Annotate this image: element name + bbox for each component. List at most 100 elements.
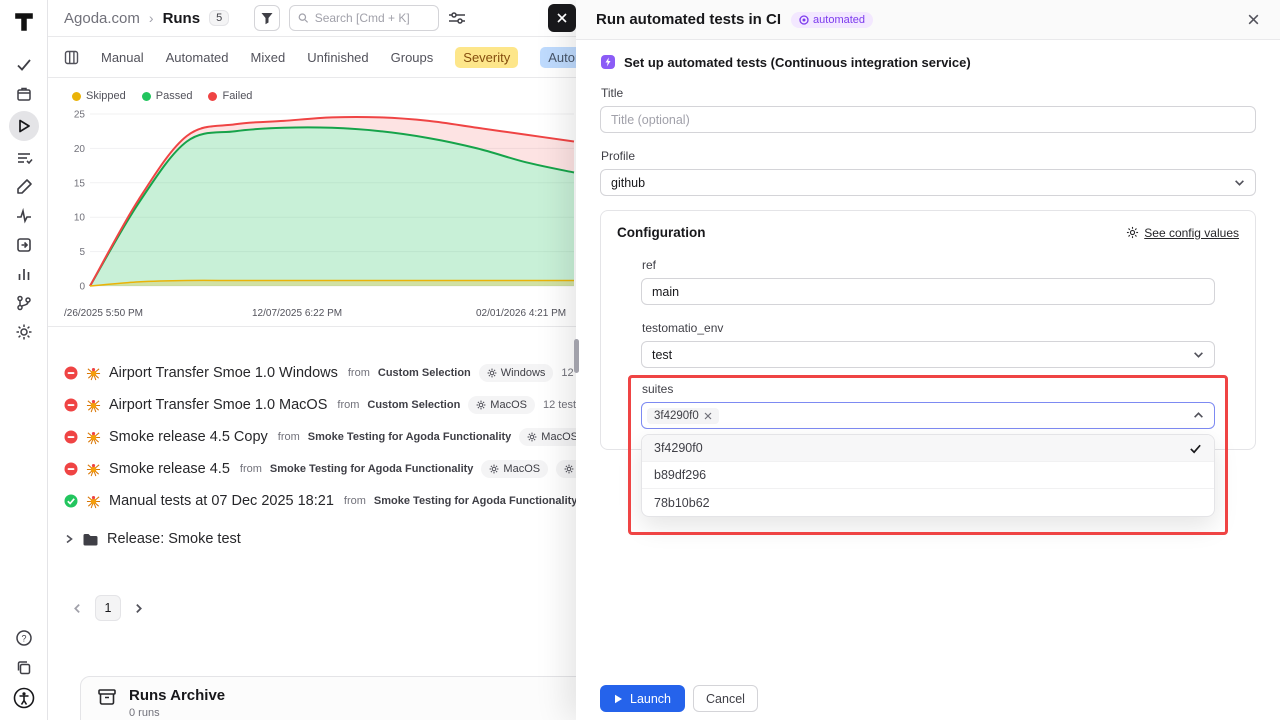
run-source: Smoke Testing for Agoda Functionality — [374, 495, 578, 507]
automated-run-icon — [86, 462, 101, 477]
suites-field-label: suites — [642, 382, 1215, 396]
app-logo-icon[interactable] — [10, 8, 38, 36]
tab-mixed[interactable]: Mixed — [251, 50, 286, 65]
help-icon[interactable]: ? — [9, 626, 39, 650]
suites-option[interactable]: 3f4290f0 — [642, 435, 1214, 462]
title-input[interactable] — [600, 106, 1256, 133]
tests-nav-icon[interactable] — [9, 53, 39, 77]
profile-select[interactable]: github — [600, 169, 1256, 196]
app-root: ? Agoda.com › Runs 5 ManualAutomatedMixe… — [0, 0, 1280, 720]
launch-button[interactable]: Launch — [600, 685, 685, 712]
runs-view-icon[interactable] — [64, 50, 79, 65]
tab-automated[interactable]: Automated — [166, 50, 229, 65]
automated-run-icon — [86, 494, 101, 509]
docs-icon[interactable] — [9, 656, 39, 680]
gear-icon — [564, 464, 574, 474]
run-title[interactable]: Airport Transfer Smoe 1.0 MacOS — [109, 397, 327, 413]
configuration-title: Configuration — [617, 225, 705, 240]
suites-option[interactable]: 78b10b62 — [642, 489, 1214, 516]
drawer-title: Run automated tests in CI — [596, 11, 781, 28]
breadcrumb-project[interactable]: Agoda.com — [64, 10, 140, 27]
run-source: Custom Selection — [378, 367, 471, 379]
ref-input[interactable] — [641, 278, 1215, 305]
failed-status-icon — [64, 398, 78, 412]
ci-service-icon — [600, 54, 616, 70]
automated-badge-icon — [799, 15, 809, 25]
search-input[interactable] — [315, 11, 431, 25]
gear-icon — [487, 368, 497, 378]
tab-manual[interactable]: Manual — [101, 50, 144, 65]
x-axis-label: 12/07/2025 6:22 PM — [252, 308, 342, 319]
legend-item: Passed — [142, 90, 193, 102]
breadcrumb-page: Runs — [163, 10, 201, 27]
svg-text:0: 0 — [79, 282, 85, 293]
svg-text:?: ? — [21, 633, 26, 643]
svg-text:15: 15 — [74, 178, 86, 189]
failed-status-icon — [64, 430, 78, 444]
close-icon — [556, 12, 568, 24]
passed-status-icon — [64, 494, 78, 508]
archive-subtitle: 0 runs — [129, 707, 225, 719]
close-icon — [1247, 13, 1260, 26]
suites-multiselect[interactable]: 3f4290f0 — [641, 402, 1215, 429]
run-from-label: from — [278, 431, 300, 443]
accessibility-icon[interactable] — [9, 686, 39, 710]
run-source: Custom Selection — [367, 399, 460, 411]
reports-nav-icon[interactable] — [9, 262, 39, 286]
configuration-card-header: Configuration See config values — [601, 211, 1255, 254]
svg-text:5: 5 — [79, 247, 85, 258]
chevron-up-icon — [1193, 410, 1204, 421]
chevron-down-icon — [1234, 177, 1245, 188]
check-icon — [1189, 442, 1202, 455]
prev-page-button[interactable] — [72, 603, 83, 614]
run-from-label: from — [337, 399, 359, 411]
analytics-nav-icon[interactable] — [9, 204, 39, 228]
branches-nav-icon[interactable] — [9, 291, 39, 315]
env-select[interactable]: test — [641, 341, 1215, 368]
gear-icon — [1126, 226, 1139, 239]
tab-groups[interactable]: Groups — [391, 50, 434, 65]
remove-chip-icon[interactable] — [704, 412, 712, 420]
drawer-body: Set up automated tests (Continuous integ… — [576, 40, 1280, 450]
legend-item: Failed — [208, 90, 252, 102]
current-page[interactable]: 1 — [95, 595, 121, 621]
env-select-value: test — [652, 348, 672, 362]
suites-nav-icon[interactable] — [9, 82, 39, 106]
archive-title: Runs Archive — [129, 687, 225, 704]
run-title[interactable]: Airport Transfer Smoe 1.0 Windows — [109, 365, 338, 381]
tab-severity[interactable]: Severity — [455, 47, 518, 68]
filter-button[interactable] — [254, 5, 280, 31]
search-icon — [298, 12, 309, 24]
failed-status-icon — [64, 462, 78, 476]
run-source: Smoke Testing for Agoda Functionality — [308, 431, 512, 443]
suites-option[interactable]: b89df296 — [642, 462, 1214, 489]
configuration-card: Configuration See config values ref test… — [600, 210, 1256, 450]
title-field-label: Title — [601, 86, 1256, 100]
plans-nav-icon[interactable] — [9, 146, 39, 170]
folder-icon — [82, 532, 99, 547]
design-nav-icon[interactable] — [9, 175, 39, 199]
run-title[interactable]: Smoke release 4.5 Copy — [109, 429, 268, 445]
section-header: Set up automated tests (Continuous integ… — [600, 54, 1256, 70]
run-title[interactable]: Smoke release 4.5 — [109, 461, 230, 477]
runs-nav-icon[interactable] — [9, 111, 39, 141]
tab-unfinished[interactable]: Unfinished — [307, 50, 368, 65]
search-box[interactable] — [289, 5, 439, 31]
display-settings-icon[interactable] — [448, 10, 466, 26]
drawer-close-button[interactable] — [1247, 13, 1260, 26]
legend-item: Skipped — [72, 90, 126, 102]
cancel-button[interactable]: Cancel — [693, 685, 758, 712]
settings-nav-icon[interactable] — [9, 320, 39, 344]
platform-badge: MacOS — [468, 396, 535, 414]
failed-status-icon — [64, 366, 78, 380]
runs-count-badge: 5 — [209, 10, 229, 26]
chevron-right-icon — [64, 534, 74, 544]
see-config-values-link[interactable]: See config values — [1126, 226, 1239, 240]
scrollbar-thumb[interactable] — [574, 339, 579, 373]
import-nav-icon[interactable] — [9, 233, 39, 257]
gear-icon — [489, 464, 499, 474]
next-page-button[interactable] — [133, 603, 144, 614]
run-title[interactable]: Manual tests at 07 Dec 2025 18:21 — [109, 493, 334, 509]
close-panel-button[interactable] — [548, 4, 576, 32]
automated-run-icon — [86, 398, 101, 413]
